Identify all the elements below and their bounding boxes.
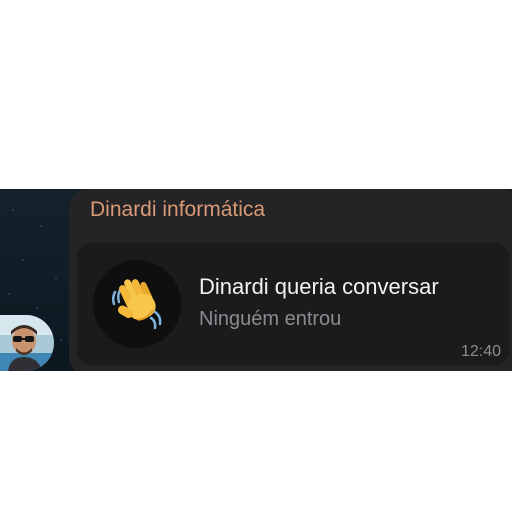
call-status: Ninguém entrou bbox=[199, 308, 342, 330]
wallpaper-dot bbox=[55, 277, 57, 279]
wallpaper-dot bbox=[40, 225, 42, 227]
wallpaper-dot bbox=[60, 339, 62, 341]
profile-photo bbox=[0, 315, 54, 371]
message-timestamp: 12:40 bbox=[460, 343, 501, 360]
chat-area: Dinardi informática Dinardi queria conve… bbox=[0, 189, 512, 371]
sender-name[interactable]: Dinardi informática bbox=[90, 198, 265, 222]
sender-avatar[interactable] bbox=[0, 315, 54, 371]
page: Dinardi informática Dinardi queria conve… bbox=[0, 0, 512, 512]
wallpaper-dot bbox=[22, 259, 24, 261]
message-bubble[interactable]: Dinardi informática Dinardi queria conve… bbox=[69, 189, 512, 371]
missed-call-card[interactable]: Dinardi queria conversar Ninguém entrou … bbox=[77, 243, 509, 365]
waving-hand-icon bbox=[93, 260, 181, 348]
waving-hand-glyph bbox=[111, 279, 162, 330]
call-title: Dinardi queria conversar bbox=[199, 274, 439, 299]
wallpaper-dot bbox=[12, 209, 14, 211]
wallpaper-dot bbox=[36, 307, 38, 309]
wallpaper-dot bbox=[8, 293, 10, 295]
